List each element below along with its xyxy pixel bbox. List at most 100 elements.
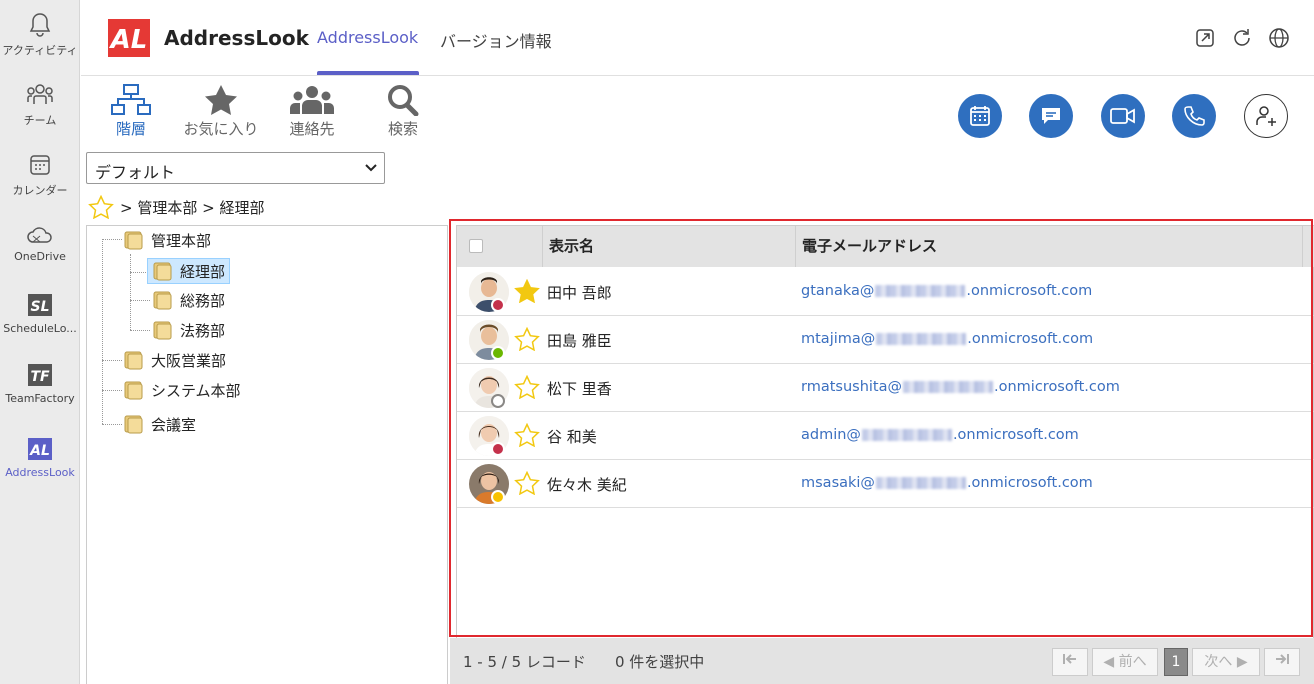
refresh-icon[interactable] <box>1231 27 1253 49</box>
table-row[interactable]: 松下 里香 rmatsushita@ .onmicrosoft.com <box>457 364 1314 412</box>
left-rail: アクティビティ チーム カレンダー OneDrive SL ScheduleLo… <box>0 0 80 684</box>
selected-count: 0 件を選択中 <box>615 653 705 671</box>
calendar-icon <box>970 106 990 126</box>
department-tree: 管理本部 経理部 総務部 法務部 大阪営業部 システム本部 会議室 <box>86 225 448 684</box>
presence-available <box>491 346 505 360</box>
rail-item-onedrive[interactable]: OneDrive <box>0 224 80 263</box>
first-page-button[interactable] <box>1052 648 1088 676</box>
tree-node-label: システム本部 <box>151 381 241 400</box>
table-row[interactable]: 田中 吾郎 gtanaka@ .onmicrosoft.com <box>457 268 1314 316</box>
contact-email[interactable]: gtanaka@ .onmicrosoft.com <box>801 283 1092 299</box>
presence-busy <box>491 298 505 312</box>
grid-footer: 1 - 5 / 5 レコード 0 件を選択中 ◀ 前へ 1 次へ ▶ <box>450 638 1314 684</box>
tree-node[interactable]: 会議室 <box>123 411 196 437</box>
star-outline-icon[interactable] <box>514 423 540 447</box>
chevron-down-icon <box>365 164 377 172</box>
select-all-checkbox[interactable] <box>469 239 483 253</box>
tree-node[interactable]: 総務部 <box>152 287 225 313</box>
addresslook-logo: AL <box>108 19 150 57</box>
tree-node-selected[interactable]: 経理部 <box>147 258 231 284</box>
tree-node-label: 管理本部 <box>151 231 212 250</box>
contact-email[interactable]: admin@ .onmicrosoft.com <box>801 427 1079 443</box>
rail-item-addresslook[interactable]: AL AddressLook <box>0 436 80 479</box>
nav-search-button[interactable]: 検索 <box>363 84 443 139</box>
svg-text:AL: AL <box>29 443 50 459</box>
rail-label: アクティビティ <box>2 44 78 57</box>
phone-call-button[interactable] <box>1172 94 1216 138</box>
nav-contacts-button[interactable]: 連絡先 <box>272 84 352 139</box>
video-call-button[interactable] <box>1101 94 1145 138</box>
star-filled-icon[interactable] <box>514 279 540 303</box>
teams-icon <box>27 84 53 104</box>
rail-item-schedulelook[interactable]: SL ScheduleLo... <box>0 292 80 335</box>
contacts-icon <box>290 86 334 114</box>
chat-button[interactable] <box>1029 94 1073 138</box>
hierarchy-icon <box>111 84 151 115</box>
prev-page-button[interactable]: ◀ 前へ <box>1092 648 1158 676</box>
nav-favorites-button[interactable]: お気に入り <box>181 84 261 139</box>
tree-node-label: 経理部 <box>180 262 226 281</box>
contact-email[interactable]: msasaki@ .onmicrosoft.com <box>801 475 1093 491</box>
rail-item-teams[interactable]: チーム <box>0 82 80 128</box>
presence-away <box>491 490 505 504</box>
phone-icon <box>1184 106 1205 126</box>
grid-header: 表示名 電子メールアドレス <box>457 226 1314 267</box>
presence-busy <box>491 442 505 456</box>
svg-text:TF: TF <box>30 369 50 385</box>
contact-email[interactable]: mtajima@ .onmicrosoft.com <box>801 331 1093 347</box>
contact-name: 松下 里香 <box>547 380 612 398</box>
next-icon: ▶ <box>1236 654 1248 670</box>
star-outline-icon[interactable] <box>514 471 540 495</box>
tree-node[interactable]: システム本部 <box>123 377 241 403</box>
search-icon <box>388 85 419 116</box>
addresslook-icon: AL <box>28 438 52 460</box>
page-1-button[interactable]: 1 <box>1164 648 1188 676</box>
last-page-button[interactable] <box>1264 648 1300 676</box>
calendar-icon <box>30 155 50 175</box>
star-outline-icon[interactable] <box>514 375 540 399</box>
rail-item-teamfactory[interactable]: TF TeamFactory <box>0 362 80 405</box>
folder-icon <box>153 262 172 281</box>
add-contact-button[interactable] <box>1244 94 1288 138</box>
breadcrumb: > 管理本部 > 経理部 <box>88 195 264 219</box>
rail-item-activity[interactable]: アクティビティ <box>0 12 80 58</box>
tree-node-label: 法務部 <box>180 321 226 340</box>
nav-label: 階層 <box>115 120 146 138</box>
folder-icon <box>153 321 172 340</box>
address-book-select[interactable]: デフォルト <box>86 152 385 184</box>
table-row[interactable]: 佐々木 美紀 msasaki@ .onmicrosoft.com <box>457 460 1314 508</box>
tree-node[interactable]: 大阪営業部 <box>123 347 226 373</box>
tree-node[interactable]: 管理本部 <box>123 227 211 253</box>
rail-label: TeamFactory <box>5 392 75 405</box>
tree-node[interactable]: 法務部 <box>152 317 225 343</box>
table-row[interactable]: 谷 和美 admin@ .onmicrosoft.com <box>457 412 1314 460</box>
presence-offline <box>491 394 505 408</box>
schedule-button[interactable] <box>958 94 1002 138</box>
rail-item-calendar[interactable]: カレンダー <box>0 152 80 198</box>
popout-icon[interactable] <box>1194 27 1216 49</box>
contact-grid: 表示名 電子メールアドレス 田中 吾郎 gtanaka@ .onmicrosoft… <box>456 225 1314 684</box>
tab-addresslook[interactable]: AddressLook <box>317 28 418 47</box>
column-header-email[interactable]: 電子メールアドレス <box>796 226 1303 267</box>
redacted-domain <box>875 477 966 489</box>
folder-icon <box>124 351 143 370</box>
folder-icon <box>124 381 143 400</box>
breadcrumb-path: > 管理本部 > 経理部 <box>120 198 265 217</box>
tab-version-info[interactable]: バージョン情報 <box>440 28 552 52</box>
add-contact-icon <box>1256 106 1276 126</box>
star-outline-icon[interactable] <box>514 327 540 351</box>
app-header: AL AddressLook AddressLook バージョン情報 <box>81 0 1314 76</box>
record-count: 1 - 5 / 5 レコード <box>463 653 586 671</box>
nav-hierarchy-button[interactable]: 階層 <box>91 84 171 139</box>
rail-label: カレンダー <box>12 184 68 197</box>
contact-email[interactable]: rmatsushita@ .onmicrosoft.com <box>801 379 1120 395</box>
next-page-button[interactable]: 次へ ▶ <box>1192 648 1260 676</box>
redacted-domain <box>876 333 967 345</box>
globe-icon[interactable] <box>1268 27 1290 49</box>
table-row[interactable]: 田島 雅臣 mtajima@ .onmicrosoft.com <box>457 316 1314 364</box>
redacted-domain <box>903 381 993 393</box>
star-outline-icon[interactable] <box>88 195 114 219</box>
svg-text:AL: AL <box>109 25 148 55</box>
teamfactory-icon: TF <box>28 364 52 386</box>
column-header-name[interactable]: 表示名 <box>543 226 796 267</box>
